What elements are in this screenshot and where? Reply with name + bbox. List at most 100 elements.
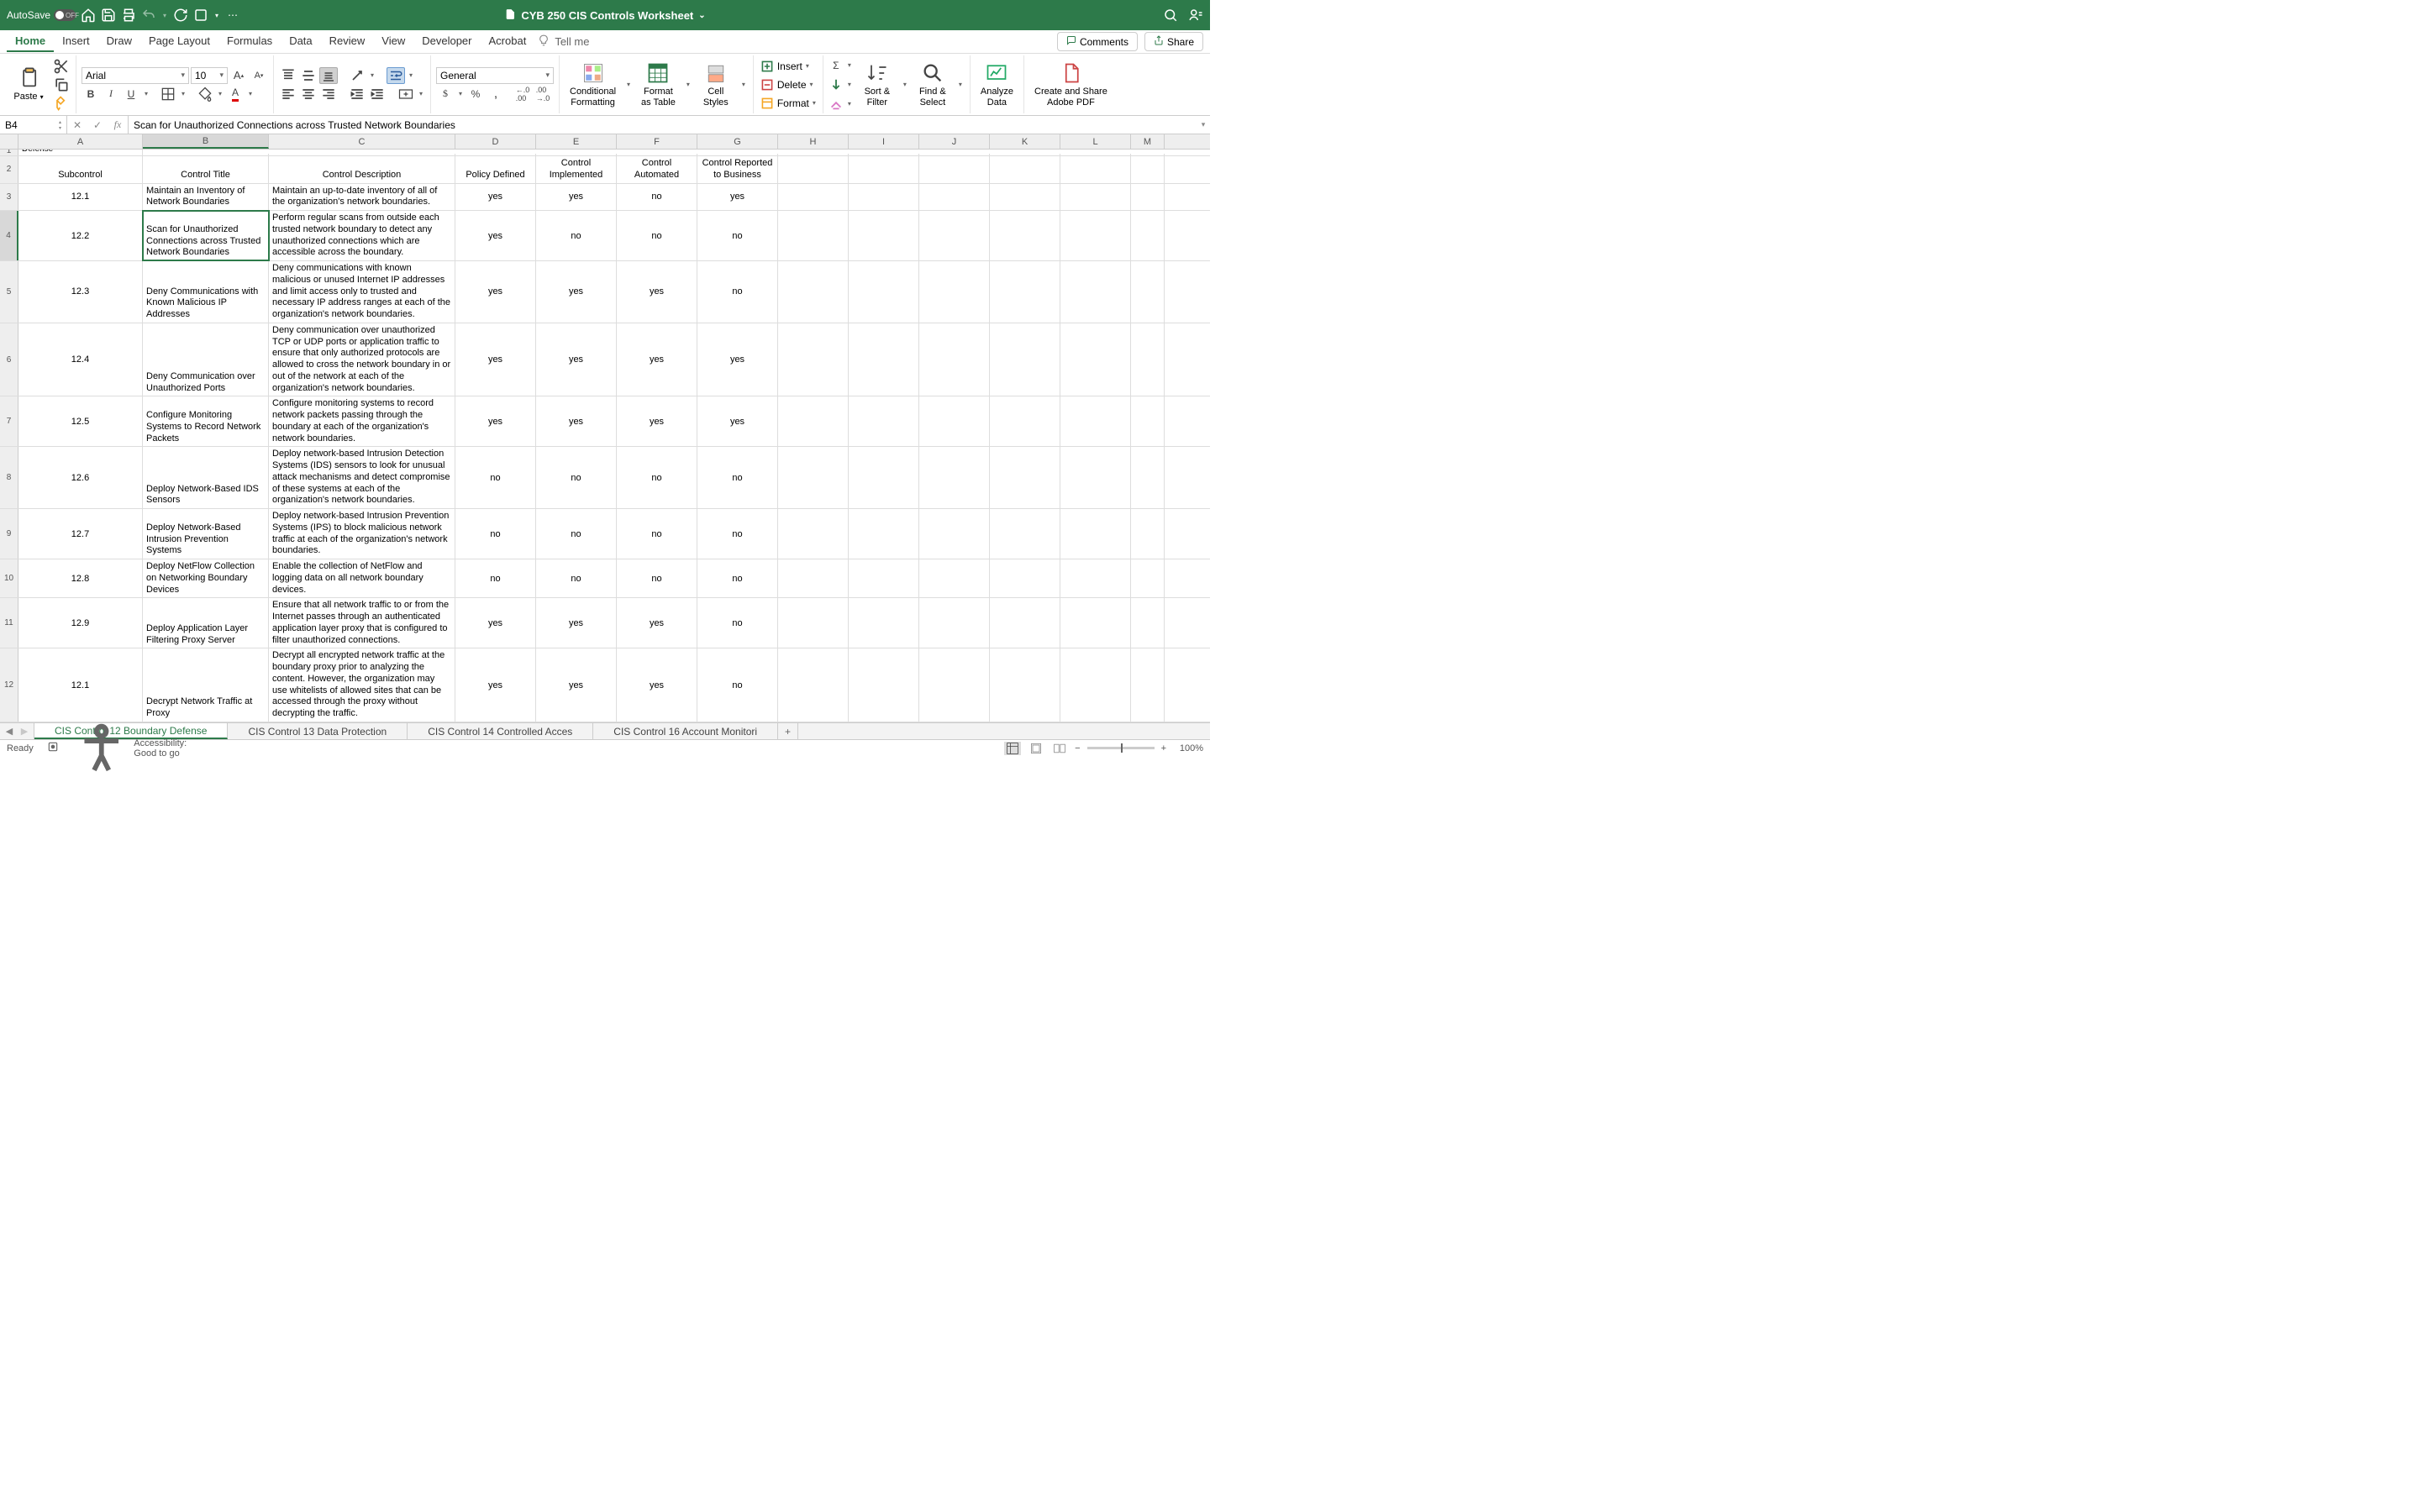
font-color-dropdown[interactable]: ▾ [246,90,255,97]
row-header-1[interactable]: 1 [0,150,18,155]
cell[interactable]: 12.1 [18,648,143,722]
page-layout-view-icon[interactable] [1028,742,1044,755]
cell[interactable]: Configure monitoring systems to record n… [269,396,455,446]
sheet-nav-prev[interactable]: ◀ [3,726,15,737]
cell[interactable] [1060,154,1131,155]
cell-styles-button[interactable]: Cell Styles [696,60,736,108]
cell[interactable]: yes [455,211,536,260]
ribbon-tab-page-layout[interactable]: Page Layout [140,31,218,52]
cut-icon[interactable] [52,58,71,75]
copy-icon[interactable] [52,76,71,93]
cell[interactable]: yes [455,184,536,211]
cell[interactable] [455,154,536,155]
cell[interactable]: yes [697,323,778,396]
print-icon[interactable] [121,8,136,23]
zoom-slider[interactable] [1087,747,1155,749]
row-header-5[interactable]: 5 [0,261,18,323]
cell[interactable] [919,156,990,183]
ribbon-tab-insert[interactable]: Insert [54,31,98,52]
cell[interactable] [990,323,1060,396]
cell[interactable] [849,154,919,155]
cell[interactable]: yes [617,648,697,722]
cell[interactable]: Control Reported to Business [697,156,778,183]
borders-dropdown[interactable]: ▾ [179,90,187,97]
adobe-pdf-button[interactable]: Create and Share Adobe PDF [1029,60,1113,108]
cell[interactable] [849,447,919,508]
cell[interactable] [1060,261,1131,323]
cell[interactable] [269,154,455,155]
column-header-C[interactable]: C [269,134,455,149]
ribbon-tab-draw[interactable]: Draw [98,31,140,52]
row-header-6[interactable]: 6 [0,323,18,396]
decrease-font-icon[interactable]: A▾ [250,67,268,84]
cell[interactable]: no [697,509,778,559]
increase-font-icon[interactable]: A▴ [229,67,248,84]
cell[interactable]: yes [455,598,536,648]
cell[interactable] [1060,184,1131,211]
cell[interactable] [849,184,919,211]
cell[interactable] [849,648,919,722]
cell[interactable]: 12.8 [18,559,143,597]
cell[interactable]: Deploy NetFlow Collection on Networking … [143,559,269,597]
cell[interactable]: no [697,261,778,323]
cell[interactable]: yes [617,396,697,446]
column-header-G[interactable]: G [697,134,778,149]
cell[interactable]: no [697,648,778,722]
cell[interactable] [1131,598,1165,648]
home-icon[interactable] [81,8,96,23]
cell[interactable] [1131,156,1165,183]
cell[interactable] [1131,648,1165,722]
cell[interactable] [1060,559,1131,597]
cell[interactable] [1131,447,1165,508]
column-header-A[interactable]: A [18,134,143,149]
tell-me[interactable]: Tell me [538,34,589,49]
cell[interactable]: Maintain an Inventory of Network Boundar… [143,184,269,211]
paste-button[interactable]: Paste ▾ [8,65,49,103]
cell[interactable]: no [617,559,697,597]
cell[interactable] [849,598,919,648]
cell[interactable]: 12.7 [18,509,143,559]
cell[interactable]: no [617,211,697,260]
number-format-combo[interactable]: General▾ [436,67,554,84]
column-header-M[interactable]: M [1131,134,1165,149]
add-sheet-button[interactable]: + [778,723,798,739]
cell[interactable]: 12.6 [18,447,143,508]
conditional-formatting-button[interactable]: Conditional Formatting [565,60,621,108]
cell[interactable] [778,323,849,396]
cell[interactable] [778,154,849,155]
quick-access-dropdown[interactable]: ▾ [213,8,220,23]
cell[interactable] [1131,509,1165,559]
increase-indent-icon[interactable] [368,86,387,102]
cell[interactable] [1131,396,1165,446]
comma-icon[interactable]: , [487,86,505,102]
cell[interactable] [778,559,849,597]
cell[interactable]: no [697,559,778,597]
enter-formula-icon[interactable]: ✓ [87,119,108,131]
cell[interactable]: no [536,447,617,508]
underline-button[interactable]: U [122,86,140,102]
save-icon[interactable] [101,8,116,23]
cell[interactable]: yes [617,323,697,396]
decrease-decimal-icon[interactable]: .00→.0 [534,86,552,102]
clear-icon[interactable] [829,96,844,113]
redo-icon[interactable] [173,8,188,23]
cell[interactable]: yes [536,184,617,211]
cell[interactable] [990,154,1060,155]
undo-icon[interactable] [141,8,156,23]
cell[interactable] [849,559,919,597]
cell[interactable] [1131,261,1165,323]
sort-filter-button[interactable]: Sort & Filter [857,60,897,108]
cell[interactable]: 12.4 [18,323,143,396]
name-box[interactable]: B4 ▴▾ [0,116,67,134]
increase-decimal-icon[interactable]: ←.0.00 [513,86,532,102]
cell[interactable] [778,261,849,323]
cell[interactable]: no [536,559,617,597]
cell[interactable] [1060,323,1131,396]
cell[interactable]: no [617,509,697,559]
cell[interactable]: yes [536,323,617,396]
row-header-12[interactable]: 12 [0,648,18,722]
cell[interactable] [778,648,849,722]
normal-view-icon[interactable] [1004,742,1021,755]
row-header-2[interactable]: 2 [0,156,18,183]
cell[interactable] [778,211,849,260]
